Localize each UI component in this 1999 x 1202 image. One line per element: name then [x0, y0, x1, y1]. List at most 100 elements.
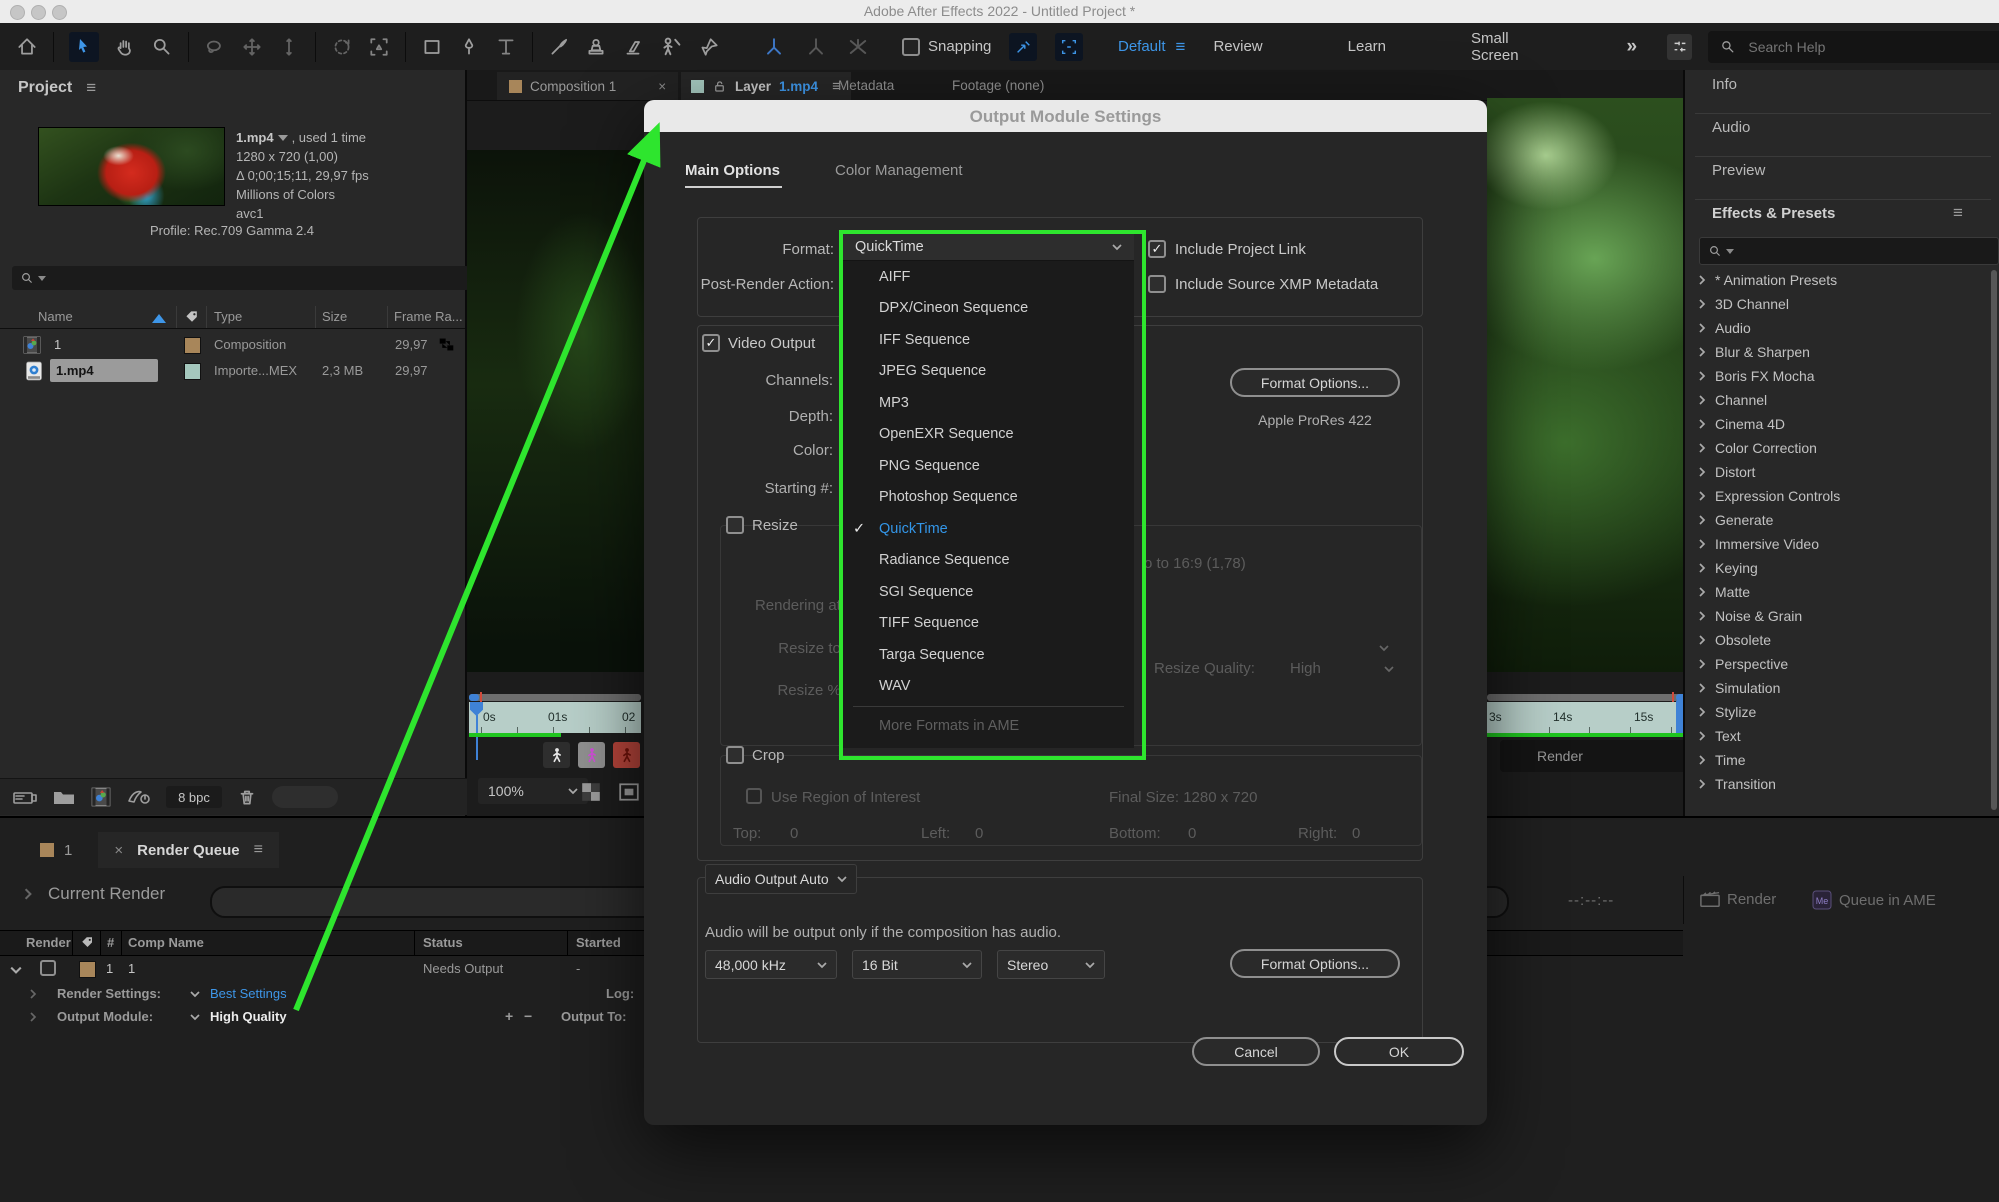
- ok-button[interactable]: OK: [1334, 1037, 1464, 1066]
- audio-channels-select[interactable]: Stereo: [997, 950, 1105, 979]
- format-option-selected[interactable]: ✓ QuickTime: [843, 513, 1134, 545]
- tab-timeline-comp[interactable]: 1: [0, 832, 98, 868]
- label-color-column-icon[interactable]: [184, 309, 200, 325]
- effects-category[interactable]: Distort: [1685, 460, 1985, 484]
- home-icon[interactable]: [16, 36, 38, 58]
- effects-category[interactable]: Immersive Video: [1685, 532, 1985, 556]
- timeline-ruler-left[interactable]: 0s 01s 02: [469, 702, 641, 733]
- col-render[interactable]: Render: [26, 935, 71, 950]
- effects-category[interactable]: Keying: [1685, 556, 1985, 580]
- tab-footage[interactable]: Footage (none): [952, 78, 1044, 93]
- remove-output-module-button[interactable]: −: [524, 1008, 532, 1024]
- footage-name-dropdown-icon[interactable]: [278, 135, 288, 141]
- panel-tab-audio[interactable]: Audio: [1712, 119, 1750, 136]
- render-slate-icon[interactable]: [12, 786, 38, 808]
- include-xmp-checkbox[interactable]: [1148, 275, 1166, 293]
- crop-top-value[interactable]: 0: [790, 825, 798, 842]
- workspace-menu-icon[interactable]: ≡: [1176, 37, 1186, 57]
- format-option-more-formats[interactable]: More Formats in AME: [843, 711, 1134, 741]
- effects-category[interactable]: Matte: [1685, 580, 1985, 604]
- col-status[interactable]: Status: [423, 935, 463, 950]
- tab-metadata[interactable]: Metadata: [838, 78, 894, 93]
- snapping-checkbox[interactable]: [902, 38, 920, 56]
- dialog-tab-main-options[interactable]: Main Options: [685, 162, 780, 179]
- tab-close-icon[interactable]: ×: [658, 79, 666, 94]
- region-of-interest-icon[interactable]: [618, 781, 640, 803]
- tab-render-queue[interactable]: × Render Queue ≡: [98, 832, 279, 868]
- workspace-overflow-chevrons[interactable]: »: [1627, 36, 1638, 58]
- orbit-tool-icon[interactable]: [331, 36, 353, 58]
- panel-menu-icon[interactable]: ≡: [86, 78, 96, 98]
- label-color-swatch[interactable]: [184, 363, 201, 380]
- effects-category[interactable]: Obsolete: [1685, 628, 1985, 652]
- column-name[interactable]: Name: [38, 309, 73, 324]
- format-option[interactable]: Radiance Sequence: [843, 545, 1134, 577]
- label-color-swatch[interactable]: [79, 961, 96, 978]
- search-help-input[interactable]: [1746, 38, 1990, 56]
- sort-ascending-icon[interactable]: [152, 314, 166, 323]
- workspace-learn[interactable]: Learn: [1348, 38, 1386, 55]
- transparency-grid-icon[interactable]: [580, 781, 602, 803]
- crop-left-value[interactable]: 0: [975, 825, 983, 842]
- footage-thumbnail[interactable]: [38, 127, 225, 206]
- zoom-tool-icon[interactable]: [151, 36, 173, 58]
- render-settings-value[interactable]: Best Settings: [210, 986, 287, 1001]
- panel-tab-effects-presets[interactable]: Effects & Presets: [1712, 205, 1835, 222]
- disclosure-chevron-icon[interactable]: [28, 1012, 38, 1022]
- sidebar-scrollbar[interactable]: [1991, 270, 1997, 810]
- footage-name[interactable]: 1.mp4: [236, 128, 274, 147]
- queue-in-ame-button[interactable]: Me Queue in AME: [1812, 890, 1936, 910]
- sliders-button[interactable]: [1667, 34, 1692, 60]
- format-option[interactable]: OpenEXR Sequence: [843, 419, 1134, 451]
- eraser-tool-icon[interactable]: [622, 36, 644, 58]
- effects-category[interactable]: Text: [1685, 724, 1985, 748]
- effects-category[interactable]: Perspective: [1685, 652, 1985, 676]
- disclosure-chevron-icon[interactable]: [28, 989, 38, 999]
- new-folder-icon[interactable]: [52, 787, 76, 807]
- chevron-down-icon[interactable]: [190, 989, 200, 999]
- snap-option-1[interactable]: [1009, 33, 1037, 61]
- format-option[interactable]: AIFF: [843, 261, 1134, 293]
- view-axis-icon[interactable]: [846, 35, 870, 59]
- disclosure-chevron-icon[interactable]: [22, 888, 34, 900]
- panel-tab-preview[interactable]: Preview: [1712, 162, 1765, 179]
- workspace-review[interactable]: Review: [1213, 38, 1262, 55]
- table-row[interactable]: 1 Composition 29,97: [0, 332, 465, 358]
- format-option[interactable]: WAV: [843, 671, 1134, 703]
- crop-bottom-value[interactable]: 0: [1188, 825, 1196, 842]
- row-expand-chevron-icon[interactable]: [10, 964, 22, 976]
- add-output-module-button[interactable]: +: [505, 1008, 513, 1024]
- puppet-pin-icon[interactable]: [698, 36, 720, 58]
- format-option[interactable]: IFF Sequence: [843, 324, 1134, 356]
- effects-category[interactable]: Expression Controls: [1685, 484, 1985, 508]
- queue-item-checkbox[interactable]: [40, 960, 56, 976]
- toggle-chip-3[interactable]: [613, 742, 640, 768]
- resize-checkbox[interactable]: [726, 516, 744, 534]
- help-search[interactable]: [1708, 31, 1999, 63]
- bpc-button[interactable]: 8 bpc: [166, 786, 222, 808]
- new-composition-icon[interactable]: [90, 786, 112, 808]
- timeline-ruler-right[interactable]: 3s 14s 15s: [1487, 702, 1686, 733]
- audio-output-select[interactable]: Audio Output Auto: [705, 864, 857, 894]
- shape-tool-icon[interactable]: [421, 36, 443, 58]
- effects-category[interactable]: Channel: [1685, 388, 1985, 412]
- format-option[interactable]: MP3: [843, 387, 1134, 419]
- col-number[interactable]: #: [107, 935, 114, 950]
- timeline-scrollbar-right[interactable]: [1487, 694, 1686, 701]
- trash-icon[interactable]: [236, 786, 258, 808]
- effects-category[interactable]: Transition: [1685, 772, 1985, 796]
- panel-menu-icon[interactable]: ≡: [1953, 203, 1963, 223]
- workspace-default[interactable]: Default: [1118, 38, 1166, 55]
- effects-category[interactable]: Blur & Sharpen: [1685, 340, 1985, 364]
- roto-brush-icon[interactable]: [659, 35, 683, 59]
- type-tool-icon[interactable]: [495, 36, 517, 58]
- toggle-chip-1[interactable]: [543, 742, 570, 768]
- timeline-scrollbar[interactable]: [469, 694, 641, 701]
- magnification-select[interactable]: 100%: [478, 778, 588, 804]
- include-project-link-checkbox[interactable]: ✓: [1148, 240, 1166, 258]
- format-option[interactable]: JPEG Sequence: [843, 356, 1134, 388]
- chevron-down-icon[interactable]: [190, 1012, 200, 1022]
- audio-format-options-button[interactable]: Format Options...: [1230, 949, 1400, 978]
- hand-tool-icon[interactable]: [114, 36, 136, 58]
- pen-tool-icon[interactable]: [458, 36, 480, 58]
